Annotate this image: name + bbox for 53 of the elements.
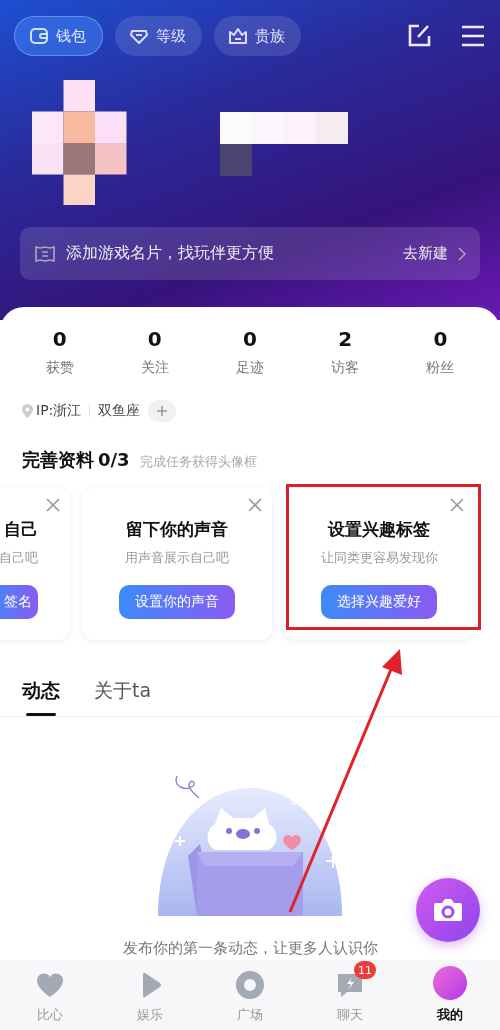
stat-value[interactable]: 0 (147, 327, 162, 351)
task-subtitle: 让同类更容易发现你 (320, 549, 438, 567)
task-subtitle: 用声音展示自己吧 (125, 549, 229, 567)
empty-state-text: 发布你的第一条动态，让更多人认识你 (122, 938, 378, 958)
crown-icon (228, 26, 248, 46)
nav-item[interactable]: 我的 (400, 960, 500, 1030)
task-title: 留下你的声音 (126, 518, 228, 541)
nav-item[interactable]: 广场 (200, 960, 300, 1030)
stat-value[interactable]: 0 (433, 327, 448, 351)
header-pill[interactable]: 等级 (115, 16, 202, 56)
plus-icon (156, 405, 169, 417)
stat-label[interactable]: 访客 (331, 357, 360, 377)
stat-label[interactable]: 关注 (140, 357, 169, 377)
profile-tab[interactable]: 关于ta (94, 678, 152, 716)
chevron-icon (458, 246, 466, 261)
avatar-icon (433, 966, 467, 1000)
camera-icon (433, 897, 463, 923)
ring-icon (235, 970, 265, 1000)
section-hint: 完成任务获得头像框 (139, 453, 257, 471)
task-subtitle: 自己吧 (0, 549, 38, 567)
profile-tag: 双鱼座 (98, 402, 141, 420)
menu-icon[interactable] (460, 23, 486, 49)
nav-item[interactable]: 娱乐 (100, 960, 200, 1030)
stat-value[interactable]: 2 (338, 327, 353, 351)
create-link[interactable]: 去新建 (403, 244, 466, 263)
nav-item[interactable]: 聊天 11 (300, 960, 400, 1030)
section-title: 完善资料 (22, 448, 94, 472)
stat-value[interactable]: 0 (243, 327, 257, 351)
nav-item[interactable]: 比心 (0, 960, 100, 1030)
game-card-icon (34, 243, 56, 264)
profile-tab[interactable]: 动态 (22, 678, 60, 716)
header-pill[interactable]: 贵族 (214, 16, 301, 56)
task-title: 设置兴趣标签 (328, 518, 430, 541)
unread-badge: 11 (354, 961, 376, 979)
stat-value[interactable]: 0 (52, 327, 67, 351)
stat-label[interactable]: 足迹 (236, 357, 264, 377)
close-icon[interactable] (248, 498, 262, 512)
close-icon[interactable] (46, 498, 60, 512)
task-button[interactable]: 选择兴趣爱好 (321, 585, 437, 619)
camera-button[interactable] (416, 878, 480, 942)
banner-text: 添加游戏名片，找玩伴更方便 (66, 243, 275, 264)
location-pin-icon (22, 404, 33, 418)
close-icon[interactable] (450, 498, 464, 512)
header-pill[interactable]: 钱包 (14, 16, 103, 56)
stat-label[interactable]: 粉丝 (426, 357, 455, 377)
task-button[interactable]: 设置你的声音 (119, 585, 235, 619)
task-button[interactable]: 签名 (0, 585, 38, 619)
location-tag: IP:浙江 (36, 402, 82, 420)
task-title: 自己 (4, 518, 38, 541)
wallet-icon (29, 26, 49, 46)
add-tag-button[interactable] (148, 400, 177, 422)
stat-label[interactable]: 获赞 (45, 357, 74, 377)
edit-icon[interactable] (406, 23, 432, 49)
